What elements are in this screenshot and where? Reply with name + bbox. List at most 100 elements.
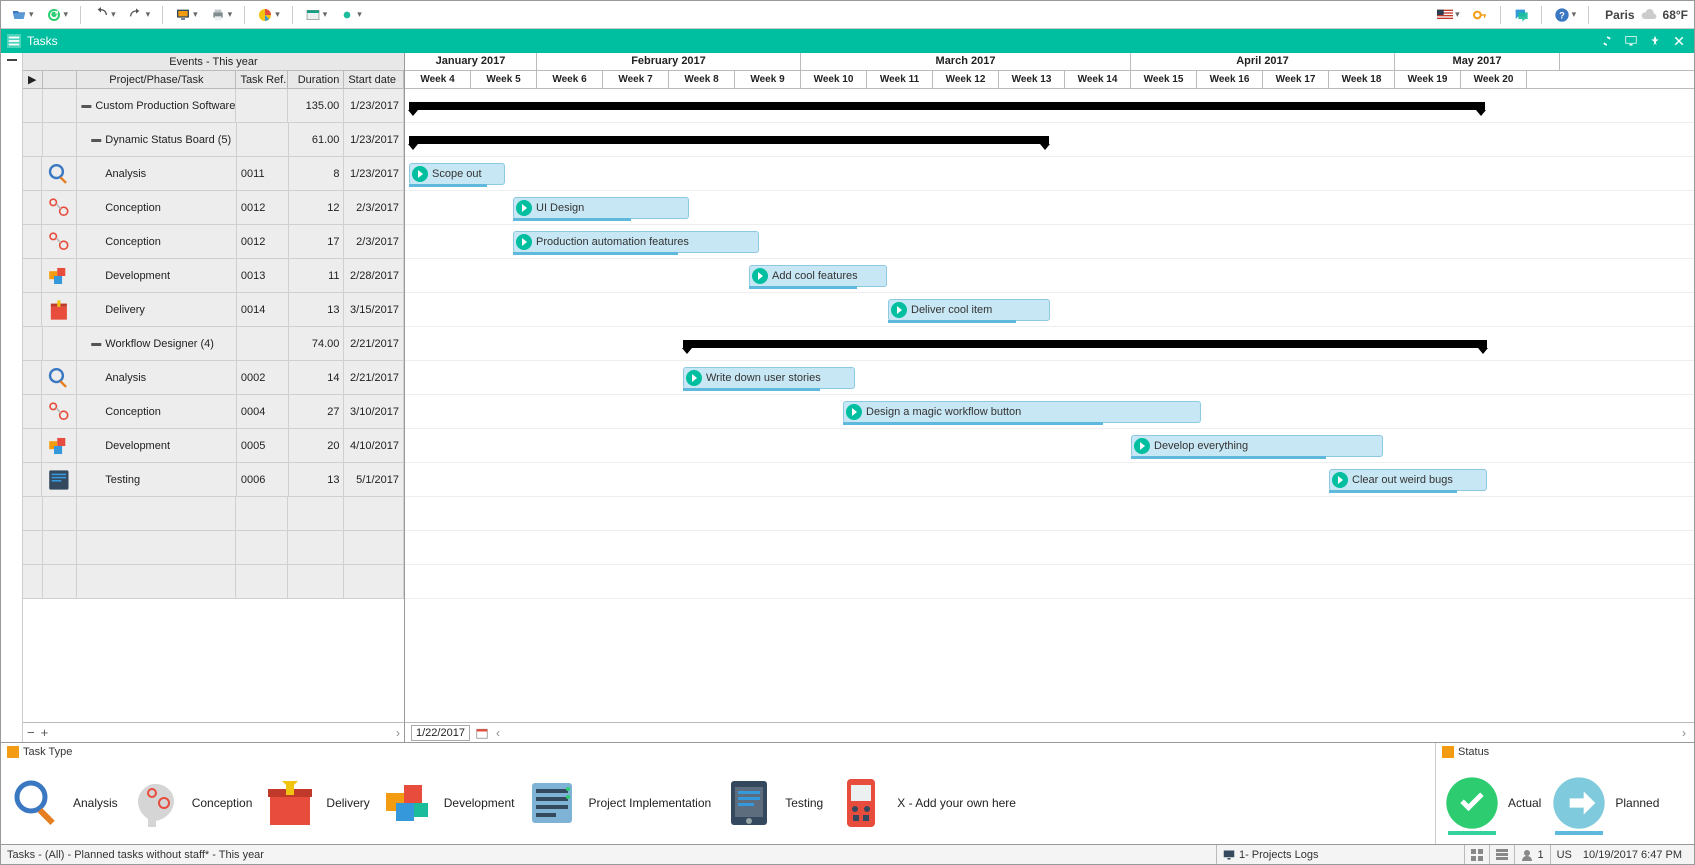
grid-body: ▬Custom Production Software (9)135.001/2… (23, 89, 404, 722)
gantt-week[interactable]: Week 14 (1065, 71, 1131, 88)
status-view1[interactable] (1464, 845, 1489, 864)
duration-column-header[interactable]: Duration (288, 71, 344, 88)
sync-button[interactable] (1598, 33, 1616, 49)
gantt-week[interactable]: Week 18 (1329, 71, 1395, 88)
task-bar-prod-auto[interactable]: Production automation features (513, 231, 759, 253)
task-type-testing[interactable]: Testing (721, 775, 823, 831)
gantt-next-button[interactable]: › (1680, 726, 1688, 740)
summary-bar[interactable] (409, 136, 1049, 144)
close-icon (1673, 35, 1685, 47)
task-type-project[interactable]: Project Implementation (524, 775, 711, 831)
ref-column-header[interactable]: Task Ref. (236, 71, 288, 88)
redo-button[interactable]: ▾ (124, 5, 155, 25)
grid-row[interactable]: ▬Custom Production Software (9)135.001/2… (23, 89, 404, 123)
gantt-week[interactable]: Week 11 (867, 71, 933, 88)
task-bar-develop-everything[interactable]: Develop everything (1131, 435, 1383, 457)
task-bar-clear-bugs[interactable]: Clear out weird bugs (1329, 469, 1487, 491)
sort-asc-icon (398, 76, 399, 84)
collapse-toggle[interactable] (7, 59, 17, 61)
gantt-week[interactable]: Week 5 (471, 71, 537, 88)
gantt-week[interactable]: Week 6 (537, 71, 603, 88)
gantt-prev-button[interactable]: ‹ (494, 726, 502, 740)
task-type-delivery[interactable]: Delivery (262, 775, 369, 831)
add-row-button[interactable]: + (41, 725, 49, 740)
gantt-week[interactable]: Week 8 (669, 71, 735, 88)
gantt-week[interactable]: Week 12 (933, 71, 999, 88)
grid-row[interactable]: Testing0006135/1/2017 (23, 463, 404, 497)
task-column-header[interactable]: Project/Phase/Task (77, 71, 236, 88)
grid-row[interactable]: ▬Workflow Designer (4)74.002/21/2017 (23, 327, 404, 361)
gantt-week[interactable]: Week 9 (735, 71, 801, 88)
open-button[interactable]: ▾ (7, 5, 38, 25)
grid-row[interactable]: Conception0004273/10/2017 (23, 395, 404, 429)
screen-button[interactable] (1622, 33, 1640, 49)
task-type-conception[interactable]: Conception (128, 775, 253, 831)
print-button[interactable]: ▾ (206, 5, 237, 25)
grid-row[interactable]: Conception0012172/3/2017 (23, 225, 404, 259)
gantt-week[interactable]: Week 7 (603, 71, 669, 88)
chart-button[interactable]: ▾ (253, 5, 284, 25)
task-bar-deliver-cool[interactable]: Deliver cool item (888, 299, 1050, 321)
language-button[interactable]: ▾ (1433, 5, 1464, 25)
summary-bar[interactable] (683, 340, 1487, 348)
gantt-week[interactable]: Week 20 (1461, 71, 1527, 88)
grid-row[interactable]: Conception0012122/3/2017 (23, 191, 404, 225)
gantt-week[interactable]: Week 15 (1131, 71, 1197, 88)
task-bar-add-cool[interactable]: Add cool features (749, 265, 887, 287)
gantt-week[interactable]: Week 19 (1395, 71, 1461, 88)
gantt-month[interactable]: May 2017 (1395, 53, 1560, 70)
cloud-icon (1641, 7, 1657, 23)
display-button[interactable]: ▾ (171, 5, 202, 25)
icon-column-header[interactable] (43, 71, 78, 88)
gantt-month[interactable]: March 2017 (801, 53, 1131, 70)
grid-row[interactable]: Analysis001181/23/2017 (23, 157, 404, 191)
grid-row[interactable]: Development0013112/28/2017 (23, 259, 404, 293)
window-button[interactable]: ▾ (301, 5, 332, 25)
chat-button[interactable] (1509, 5, 1533, 25)
scroll-right-button[interactable]: › (396, 726, 400, 740)
task-name-cell: Conception (77, 395, 237, 428)
summary-bar[interactable] (409, 102, 1485, 110)
tool-button[interactable]: ▾ (335, 5, 366, 25)
grid-row[interactable]: Analysis0002142/21/2017 (23, 361, 404, 395)
grid-row[interactable]: ▬Dynamic Status Board (5)61.001/23/2017 (23, 123, 404, 157)
task-bar-ui-design[interactable]: UI Design (513, 197, 689, 219)
gantt-week[interactable]: Week 13 (999, 71, 1065, 88)
close-button[interactable] (1670, 33, 1688, 49)
gantt-week[interactable]: Week 16 (1197, 71, 1263, 88)
refresh-button[interactable]: ▾ (42, 5, 73, 25)
calendar-icon[interactable] (476, 727, 488, 739)
gantt-start-date[interactable]: 1/22/2017 (411, 725, 470, 741)
gantt-week[interactable]: Week 10 (801, 71, 867, 88)
task-type-analysis[interactable]: Analysis (9, 775, 118, 831)
list-icon (1496, 849, 1508, 861)
gantt-week[interactable]: Week 4 (405, 71, 471, 88)
weather-widget: Paris 68°F (1605, 7, 1688, 23)
gantt-week[interactable]: Week 17 (1263, 71, 1329, 88)
task-type-development[interactable]: Development (380, 775, 515, 831)
task-type-custom[interactable]: X - Add your own here (833, 775, 1016, 831)
status-actual[interactable]: Actual (1444, 775, 1541, 831)
startdate-column-header[interactable]: Start date (344, 71, 404, 88)
status-planned[interactable]: Planned (1551, 775, 1659, 831)
row-selector-header[interactable]: ▶ (23, 71, 43, 88)
status-users[interactable]: 1 (1514, 845, 1549, 864)
task-bar-scope-out[interactable]: Scope out (409, 163, 505, 185)
gantt-month[interactable]: February 2017 (537, 53, 801, 70)
task-bar-design-magic[interactable]: Design a magic workflow button (843, 401, 1201, 423)
grid-row[interactable]: Development0005204/10/2017 (23, 429, 404, 463)
gantt-body[interactable]: Scope out UI Design Production automatio… (405, 89, 1694, 722)
gantt-month[interactable]: January 2017 (405, 53, 537, 70)
status-view2[interactable] (1489, 845, 1514, 864)
task-bar-write-stories[interactable]: Write down user stories (683, 367, 855, 389)
gantt-month[interactable]: April 2017 (1131, 53, 1395, 70)
key-button[interactable] (1468, 5, 1492, 25)
task-ref-cell: 0004 (237, 395, 289, 428)
undo-button[interactable]: ▾ (89, 5, 120, 25)
help-icon: ? (1554, 7, 1570, 23)
grid-row[interactable]: Delivery0014133/15/2017 (23, 293, 404, 327)
pin-button[interactable] (1646, 33, 1664, 49)
help-button[interactable]: ? ▾ (1550, 5, 1581, 25)
status-projects-logs[interactable]: 1- Projects Logs (1216, 845, 1324, 864)
remove-row-button[interactable]: − (27, 725, 35, 740)
